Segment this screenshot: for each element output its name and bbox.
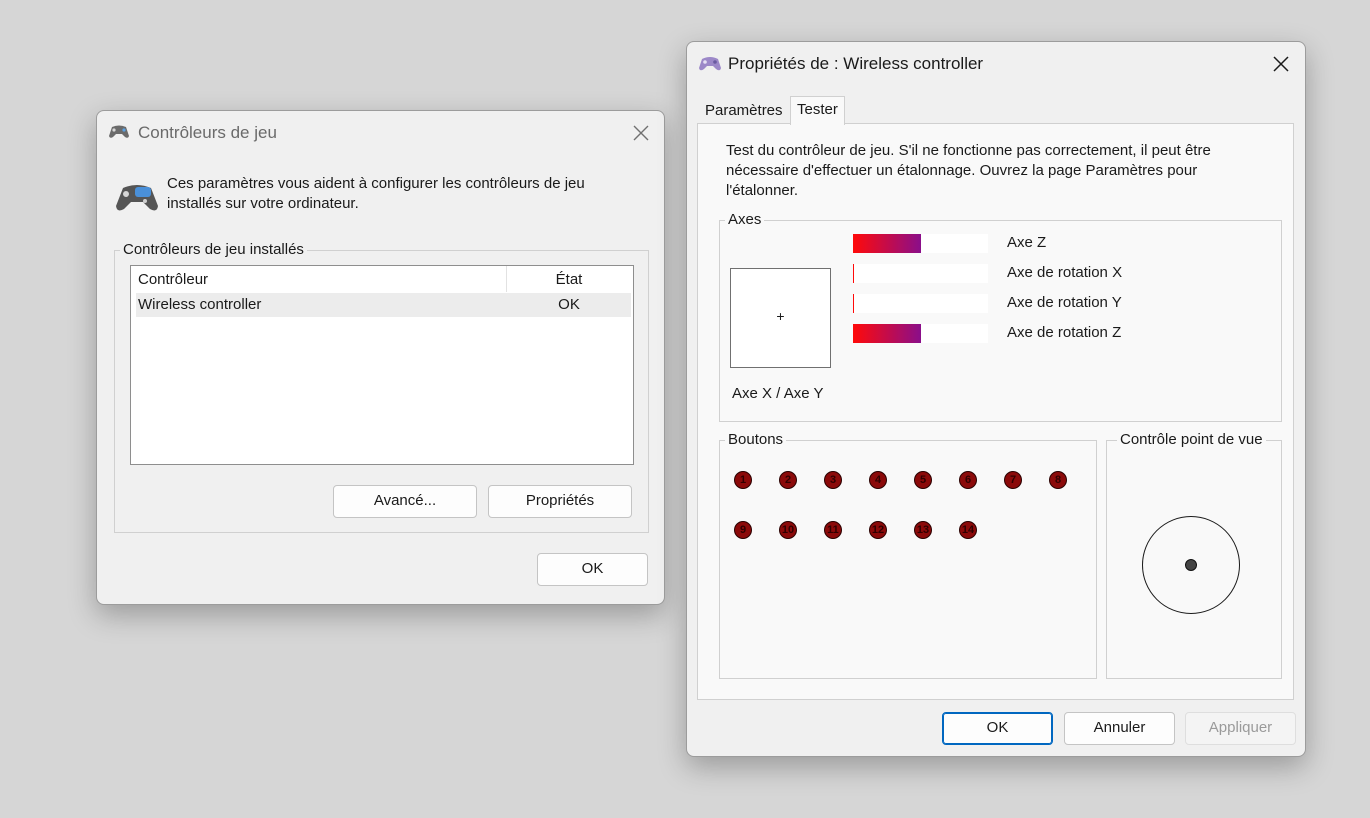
description-text: Ces paramètres vous aident à configurer … [167, 174, 585, 214]
joystick-button: 2 [779, 471, 797, 489]
tab-tester[interactable]: Tester [790, 96, 845, 125]
table-row[interactable]: Wireless controller OK [136, 293, 631, 317]
joystick-button: 1 [734, 471, 752, 489]
joystick-button: 13 [914, 521, 932, 539]
close-button[interactable] [621, 118, 661, 148]
properties-window: Propriétés de : Wireless controller Para… [686, 41, 1306, 757]
joystick-button: 4 [869, 471, 887, 489]
title-bar[interactable]: Propriétés de : Wireless controller [687, 42, 1305, 86]
axis-label: Axe de rotation X [1007, 264, 1123, 281]
xy-axis-box: + [730, 268, 831, 368]
installed-controllers-group: Contrôleurs de jeu installés Contrôleur … [114, 241, 649, 533]
axis-bar [853, 234, 988, 253]
close-button[interactable] [1261, 49, 1301, 79]
axis-bar-fill [853, 294, 854, 313]
axes-group: Axes + Axe X / Axe Y Axe Z Axe de rotati… [719, 211, 1282, 422]
joystick-button: 5 [914, 471, 932, 489]
gamepad-icon [115, 182, 159, 218]
advanced-button[interactable]: Avancé... [333, 485, 477, 518]
gamepad-icon [698, 55, 722, 77]
pov-indicator [1142, 516, 1240, 614]
axis-label: Axe Z [1007, 234, 1047, 251]
axis-bar-fill [853, 264, 854, 283]
group-label: Contrôle point de vue [1117, 431, 1266, 449]
axis-bar-fill [853, 324, 921, 343]
joystick-button: 11 [824, 521, 842, 539]
intro-line: l'étalonner. [726, 182, 799, 199]
apply-button[interactable]: Appliquer [1185, 712, 1296, 745]
group-label: Contrôleurs de jeu installés [120, 241, 307, 259]
intro-line: Test du contrôleur de jeu. S'il ne fonct… [726, 142, 1211, 159]
ok-button[interactable]: OK [537, 553, 648, 586]
controller-status-cell: OK [558, 296, 580, 313]
pov-center-dot [1185, 559, 1197, 571]
tab-panel-tester: Test du contrôleur de jeu. S'il ne fonct… [697, 123, 1294, 700]
controller-name-cell: Wireless controller [138, 296, 262, 313]
window-title: Propriétés de : Wireless controller [728, 54, 984, 73]
close-icon [1273, 56, 1289, 72]
game-controllers-window: Contrôleurs de jeu Ces paramètres vous a… [96, 110, 665, 605]
group-label: Boutons [725, 431, 787, 449]
joystick-button: 10 [779, 521, 797, 539]
axis-bar-fill [853, 234, 921, 253]
description-line: Ces paramètres vous aident à configurer … [167, 175, 585, 192]
description-line: installés sur votre ordinateur. [167, 195, 359, 212]
intro-text: Test du contrôleur de jeu. S'il ne fonct… [726, 141, 1211, 201]
axis-bar [853, 324, 988, 343]
group-label: Axes [725, 211, 765, 229]
list-header: Contrôleur État [131, 266, 633, 292]
axis-label: Axe de rotation Z [1007, 324, 1122, 341]
joystick-button: 6 [959, 471, 977, 489]
joystick-button: 3 [824, 471, 842, 489]
axis-bar [853, 264, 988, 283]
joystick-button: 7 [1004, 471, 1022, 489]
title-bar[interactable]: Contrôleurs de jeu [97, 111, 664, 155]
joystick-button: 14 [959, 521, 977, 539]
axis-label: Axe de rotation Y [1007, 294, 1122, 311]
intro-line: nécessaire d'effectuer un étalonnage. Ou… [726, 162, 1198, 179]
column-header-controller[interactable]: Contrôleur [138, 271, 208, 288]
joystick-button: 9 [734, 521, 752, 539]
gamepad-icon [108, 124, 130, 144]
ok-button[interactable]: OK [942, 712, 1053, 745]
axis-bar [853, 294, 988, 313]
crosshair: + [776, 308, 785, 324]
close-icon [633, 125, 649, 141]
button-grid: 1 2 3 4 5 6 7 8 9 10 11 12 13 14 [734, 471, 1084, 551]
controllers-list[interactable]: Contrôleur État Wireless controller OK [130, 265, 634, 465]
tab-parametres[interactable]: Paramètres [699, 99, 789, 123]
window-title: Contrôleurs de jeu [138, 123, 277, 142]
cancel-button[interactable]: Annuler [1064, 712, 1175, 745]
joystick-button: 8 [1049, 471, 1067, 489]
joystick-button: 12 [869, 521, 887, 539]
pov-group: Contrôle point de vue [1106, 431, 1282, 679]
xy-axis-label: Axe X / Axe Y [732, 385, 824, 402]
column-header-status[interactable]: État [507, 271, 631, 288]
properties-button[interactable]: Propriétés [488, 485, 632, 518]
buttons-group: Boutons 1 2 3 4 5 6 7 8 9 10 11 12 13 14 [719, 431, 1097, 679]
